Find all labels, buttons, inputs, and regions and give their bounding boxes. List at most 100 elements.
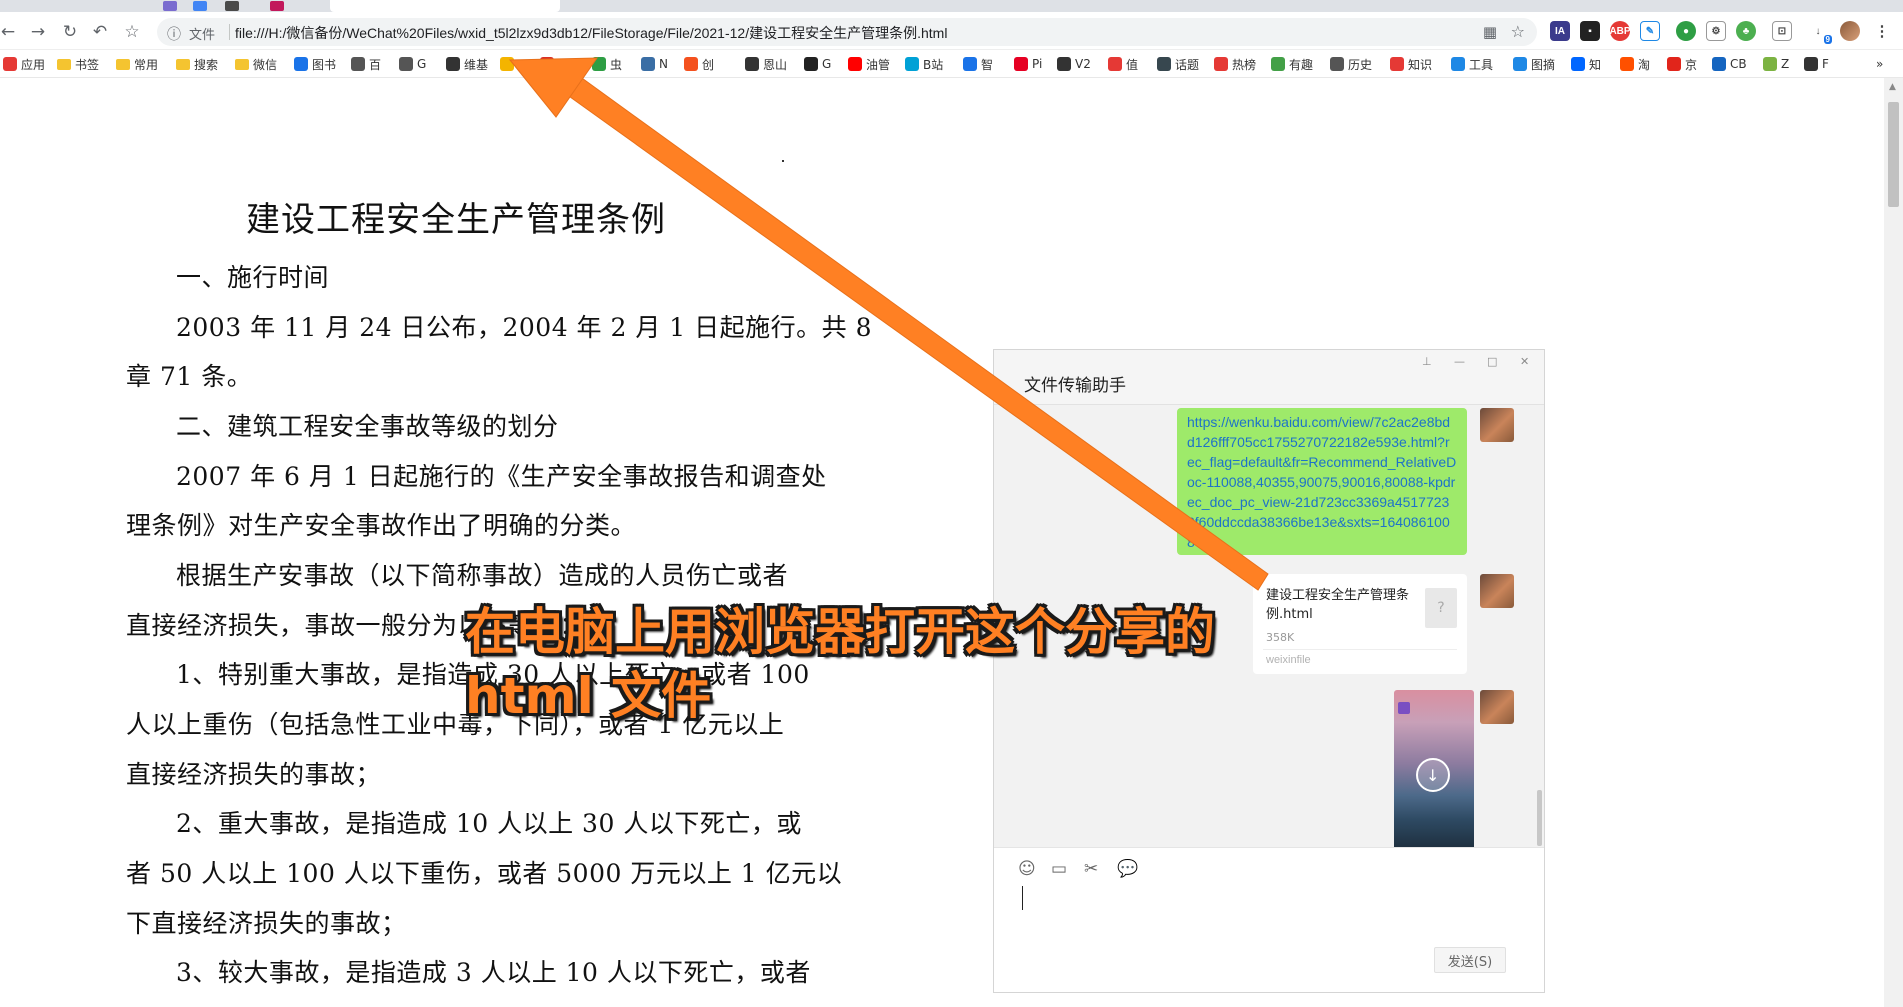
e-icon xyxy=(1390,57,1404,71)
downloads-icon[interactable]: ↓ 9 xyxy=(1808,21,1832,44)
message-input-area[interactable]: ☺ ▭ ✂ 💬 发送(S) xyxy=(994,847,1544,992)
active-tab[interactable] xyxy=(330,0,560,12)
document-line: 2007 年 6 月 1 日起施行的《生产安全事故报告和调查处 xyxy=(176,462,827,491)
extension-settings-icon[interactable]: ⚙ xyxy=(1706,21,1726,41)
maximize-icon[interactable]: □ xyxy=(1487,355,1497,368)
bookmark-item[interactable]: 图书 xyxy=(294,55,336,73)
bookmark-item[interactable]: 搜索 xyxy=(176,55,218,73)
scrollbar-thumb[interactable] xyxy=(1888,102,1899,207)
bookmark-item[interactable]: Pi xyxy=(1014,55,1042,73)
chat-scrollbar[interactable] xyxy=(1537,790,1542,846)
bookmark-item[interactable] xyxy=(540,55,558,73)
bookmark-item[interactable]: 维基 xyxy=(446,55,488,73)
jd-icon xyxy=(1667,57,1681,71)
bookmark-item[interactable]: 值 xyxy=(1108,55,1138,73)
bookmark-item[interactable]: 油管 xyxy=(848,55,890,73)
address-url[interactable]: file:///H:/微信备份/WeChat%20Files/wxid_t5l2… xyxy=(235,23,947,43)
bookmark-item[interactable] xyxy=(500,55,518,73)
back-icon[interactable]: ← xyxy=(0,21,20,43)
avatar[interactable] xyxy=(1480,690,1514,724)
extension-tab-icon[interactable]: ▪ xyxy=(1580,21,1600,41)
bookmark-item[interactable]: 热榜 xyxy=(1214,55,1256,73)
folder-icon xyxy=(116,58,130,70)
bookmark-item[interactable]: 书签 xyxy=(57,55,99,73)
bookmark-item[interactable]: 百 xyxy=(351,55,381,73)
pin-icon[interactable]: ⊥ xyxy=(1422,355,1432,368)
bookmark-item[interactable]: 淘 xyxy=(1620,55,1650,73)
file-size: 358K xyxy=(1266,631,1295,644)
profile-avatar[interactable] xyxy=(1840,21,1860,41)
file-message[interactable]: 建设工程安全生产管理条例.html 358K weixinfile ? xyxy=(1253,574,1467,674)
extension-pen-icon[interactable]: ✎ xyxy=(1640,21,1660,41)
address-bar[interactable]: ⓘ 文件 file:///H:/微信备份/WeChat%20Files/wxid… xyxy=(157,18,1537,46)
globe-icon xyxy=(399,57,413,71)
screenshot-scissors-icon[interactable]: ✂ xyxy=(1084,859,1098,879)
bookmark-item[interactable]: G xyxy=(399,55,426,73)
bookmark-item[interactable]: N xyxy=(641,55,668,73)
bookmark-item[interactable]: 智 xyxy=(963,55,993,73)
emoji-icon[interactable]: ☺ xyxy=(1018,859,1036,879)
qr-code-icon[interactable]: ▦ xyxy=(1483,23,1497,41)
document-line: 2、重大事故，是指造成 10 人以上 30 人以下死亡，或 xyxy=(176,809,802,838)
close-icon[interactable]: ✕ xyxy=(1520,355,1529,368)
bookmark-item[interactable]: 话题 xyxy=(1157,55,1199,73)
extension-abp-icon[interactable]: ABP xyxy=(1609,21,1631,41)
bookmark-item[interactable]: B站 xyxy=(905,55,943,73)
bookmark-item[interactable]: 创 xyxy=(684,55,714,73)
tab-icon[interactable] xyxy=(163,1,177,11)
bookmark-item[interactable]: 京 xyxy=(1667,55,1697,73)
document-title: 建设工程安全生产管理条例 xyxy=(246,200,666,240)
bookmark-item[interactable]: 微信 xyxy=(235,55,277,73)
avatar[interactable] xyxy=(1480,408,1514,442)
bookmark-item[interactable]: Z xyxy=(1763,55,1789,73)
tab-icon[interactable] xyxy=(270,1,284,11)
bookmark-item[interactable]: 图摘 xyxy=(1513,55,1555,73)
send-button[interactable]: 发送(S) xyxy=(1434,947,1506,973)
bookmark-item[interactable]: F xyxy=(1804,55,1829,73)
bookmark-item[interactable]: V2 xyxy=(1057,55,1091,73)
minimize-icon[interactable]: — xyxy=(1454,355,1465,368)
bookmark-item[interactable]: 知 xyxy=(1571,55,1601,73)
bookmark-item[interactable]: 知识 xyxy=(1390,55,1432,73)
download-icon[interactable]: ↓ xyxy=(1416,758,1450,792)
folder-icon[interactable]: ▭ xyxy=(1051,859,1067,879)
document-line: 下直接经济损失的事故； xyxy=(126,909,407,938)
bookmark-star-icon[interactable]: ☆ xyxy=(120,21,144,43)
bookmark-item[interactable]: 常用 xyxy=(116,55,158,73)
document-line: 根据生产安事故（以下简称事故）造成的人员伤亡或者 xyxy=(176,561,789,590)
avatar[interactable] xyxy=(1480,574,1514,608)
tab-icon[interactable] xyxy=(225,1,239,11)
more-bookmarks-icon[interactable]: » xyxy=(1876,55,1883,73)
image-message[interactable]: ↓ xyxy=(1394,690,1474,852)
bookmark-item[interactable]: CB xyxy=(1712,55,1747,73)
bookmark-item[interactable]: 恩山 xyxy=(745,55,787,73)
bookmark-item[interactable]: 历史 xyxy=(1330,55,1372,73)
page-scrollbar[interactable]: ▲ xyxy=(1884,78,1903,1007)
bookmark-item[interactable]: G xyxy=(804,55,831,73)
bookmark-label: 创 xyxy=(702,57,715,72)
bookmark-item[interactable]: 工具 xyxy=(1451,55,1493,73)
link-message[interactable]: https://wenku.baidu.com/view/7c2ac2e8bdd… xyxy=(1177,408,1467,555)
scroll-up-icon[interactable]: ▲ xyxy=(1889,82,1896,92)
undo-close-icon[interactable]: ↶ xyxy=(88,21,112,43)
bookmark-item[interactable]: 有趣 xyxy=(1271,55,1313,73)
info-icon[interactable]: ⓘ xyxy=(167,24,181,44)
tab-icon[interactable] xyxy=(193,1,207,11)
forward-icon[interactable]: → xyxy=(26,21,50,43)
extension-crop-icon[interactable]: ⊡ xyxy=(1772,21,1792,41)
apps-grid-icon xyxy=(3,57,17,71)
bookmark-item[interactable]: 应用 xyxy=(3,55,45,73)
bookmark-item[interactable]: 虫 xyxy=(592,55,622,73)
reload-icon[interactable]: ↻ xyxy=(58,21,82,43)
bookmark-label: 淘 xyxy=(1638,57,1651,72)
extension-green-icon[interactable]: ● xyxy=(1676,21,1696,41)
chat-history-icon[interactable]: 💬 xyxy=(1117,859,1138,879)
bookmark-label: 图摘 xyxy=(1531,57,1556,72)
chat-header: 文件传输助手 ⊥ — □ ✕ xyxy=(994,350,1544,405)
menu-icon[interactable]: ⋮ xyxy=(1872,21,1892,41)
annotation-text: 在电脑上用浏览器打开这个分享的 html 文件 xyxy=(465,600,1215,728)
extension-ia-icon[interactable]: IA xyxy=(1550,21,1570,41)
star-icon[interactable]: ☆ xyxy=(1511,22,1525,41)
pinterest-icon xyxy=(1014,57,1028,71)
extension-leaf-icon[interactable]: ♣ xyxy=(1736,21,1756,41)
